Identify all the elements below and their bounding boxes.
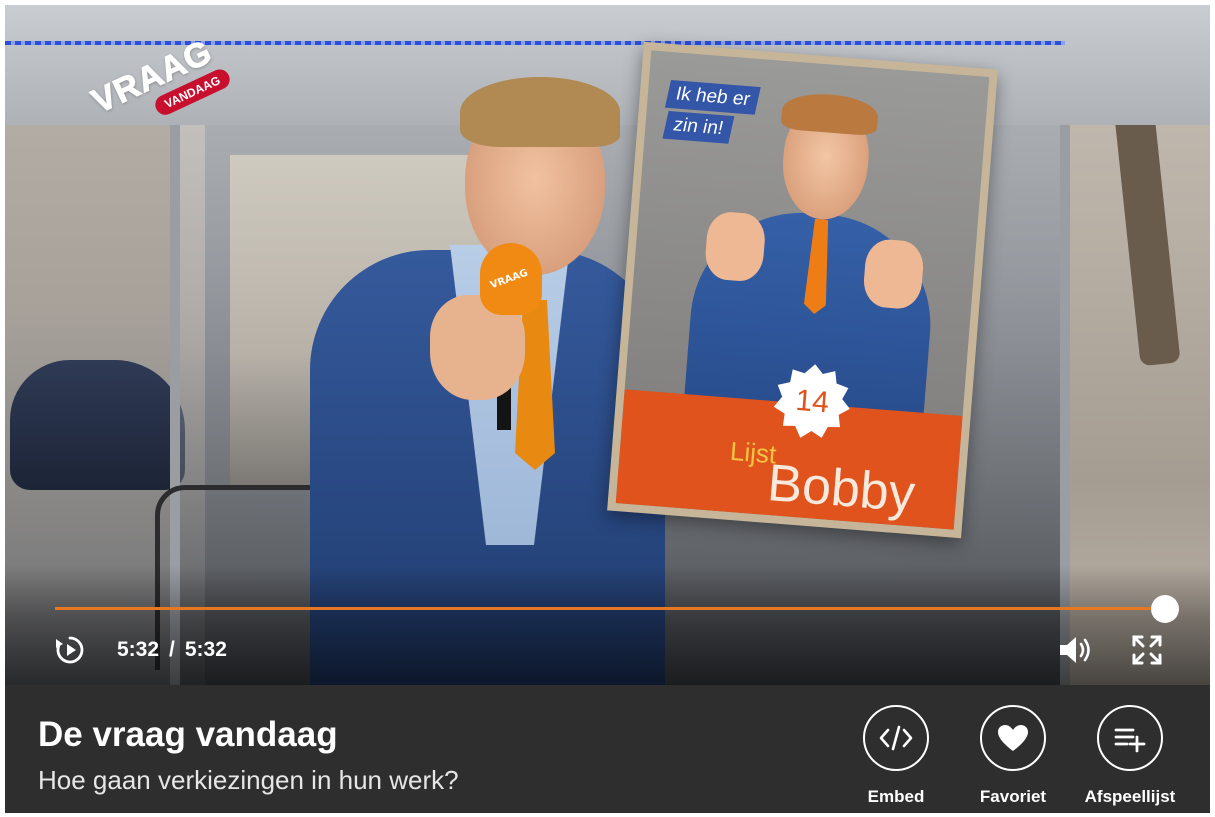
heart-icon — [998, 725, 1028, 751]
replay-icon — [56, 636, 84, 664]
presenter-hair — [460, 77, 620, 147]
time-separator: / — [169, 638, 175, 661]
video-info-bar: De vraag vandaag Hoe gaan verkiezingen i… — [5, 685, 1210, 813]
fullscreen-icon — [1132, 635, 1162, 665]
time-display: 5:32 / 5:32 — [117, 633, 227, 667]
replay-button[interactable] — [53, 633, 87, 667]
progress-bar[interactable] — [55, 595, 1179, 623]
favorite-button[interactable]: Favoriet — [960, 705, 1070, 813]
video-subtitle: Hoe gaan verkiezingen in hun werk? — [38, 765, 459, 795]
video-title: De vraag vandaag — [38, 715, 338, 754]
volume-icon — [1060, 637, 1090, 663]
background-car — [10, 360, 185, 490]
poster-photo: Ik heb er zin in! 14 Lijst Bobby — [615, 50, 990, 530]
poster-candidate-name: Bobby — [765, 453, 918, 524]
poster-number: 14 — [794, 383, 831, 420]
playlist-label: Afspeellijst — [1084, 787, 1176, 806]
embed-label: Embed — [867, 787, 925, 806]
poster-candidate-hair — [780, 90, 880, 137]
progress-bar-fill — [55, 607, 1165, 610]
playlist-button-circle — [1097, 705, 1163, 771]
playlist-add-icon — [1114, 728, 1146, 753]
embed-button[interactable]: Embed — [843, 705, 953, 813]
code-icon — [879, 725, 913, 751]
current-time: 5:32 — [117, 638, 160, 661]
playlist-button[interactable]: Afspeellijst — [1077, 705, 1187, 813]
volume-button[interactable] — [1055, 630, 1095, 670]
video-player: VRAAG Ik heb er zin in! 14 Lijst Bobby V… — [5, 5, 1210, 813]
poster-slogan-line-1: Ik heb er — [664, 80, 761, 115]
poster-slogan: Ik heb er zin in! — [662, 80, 761, 149]
fullscreen-button[interactable] — [1127, 630, 1167, 670]
controls-gradient — [5, 565, 1210, 685]
progress-bar-handle[interactable] — [1151, 595, 1179, 623]
embed-button-circle — [863, 705, 929, 771]
poster-slogan-line-2: zin in! — [662, 110, 735, 144]
duration: 5:32 — [184, 638, 227, 661]
election-poster: Ik heb er zin in! 14 Lijst Bobby — [607, 41, 998, 539]
favorite-button-circle — [980, 705, 1046, 771]
poster-thumbs-up-left — [703, 210, 767, 283]
favorite-label: Favoriet — [979, 787, 1047, 806]
poster-thumbs-up-right — [861, 237, 926, 311]
video-frame[interactable]: VRAAG Ik heb er zin in! 14 Lijst Bobby V… — [5, 5, 1210, 685]
